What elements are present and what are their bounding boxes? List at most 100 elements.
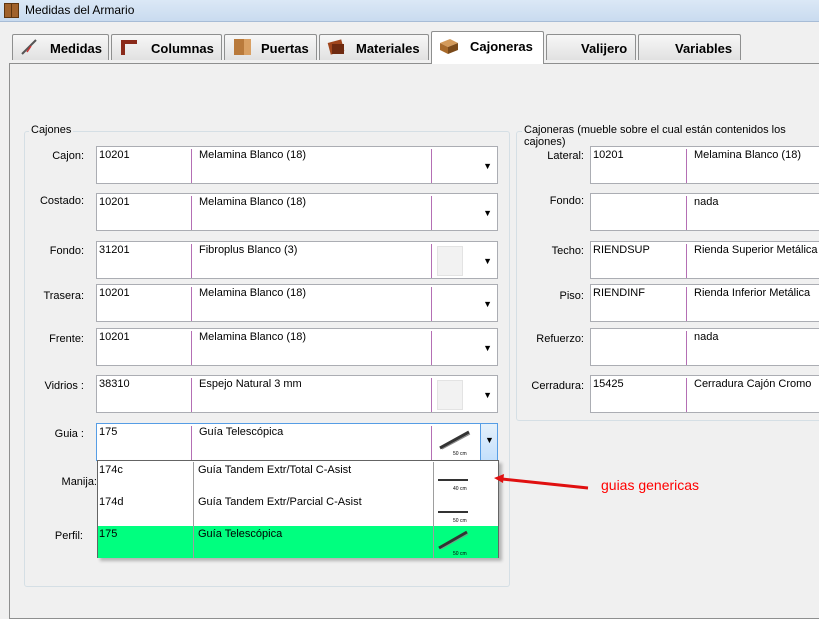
tab-label: Cajoneras (470, 39, 533, 54)
techo-label: Techo: (551, 245, 584, 257)
fondo-cajonera-combo[interactable]: nada (590, 193, 819, 231)
wardrobe-icon (4, 3, 19, 18)
combo-code: 38310 (99, 378, 130, 390)
column-divider (686, 196, 687, 230)
rail-icon (438, 511, 468, 513)
chevron-down-icon[interactable]: ▼ (483, 256, 492, 266)
vidrios-label: Vidrios : (44, 380, 84, 392)
tab-puertas[interactable]: Puertas (224, 34, 317, 60)
chevron-down-icon[interactable]: ▼ (483, 343, 492, 353)
column-divider (431, 287, 432, 321)
frente-combo[interactable]: 10201 Melamina Blanco (18) ▼ (96, 328, 498, 366)
column-divider (193, 462, 194, 494)
column-divider (191, 331, 192, 365)
fondo-label: Fondo: (49, 245, 84, 257)
combo-code: 31201 (99, 244, 130, 256)
cajon-combo[interactable]: 10201 Melamina Blanco (18) ▼ (96, 146, 498, 184)
combo-desc: nada (694, 331, 719, 343)
combo-code: 15425 (593, 378, 624, 390)
tab-label: Valijero (581, 41, 628, 56)
chevron-down-icon: ▼ (485, 435, 494, 445)
cajones-group-title: Cajones (29, 124, 74, 136)
tab-label: Materiales (356, 41, 420, 56)
item-desc: Guía Tandem Extr/Parcial C-Asist (198, 496, 362, 508)
column-divider (191, 149, 192, 183)
vidrios-combo[interactable]: 38310 Espejo Natural 3 mm ▼ (96, 375, 498, 413)
tab-medidas[interactable]: Medidas (12, 34, 109, 60)
tab-label: Columnas (151, 41, 214, 56)
column-divider (431, 196, 432, 230)
column-divider (686, 331, 687, 365)
item-caption: 50 cm (453, 551, 467, 557)
combo-desc: Fibroplus Blanco (3) (199, 244, 298, 256)
combo-desc: Melamina Blanco (18) (199, 196, 306, 208)
chevron-down-icon[interactable]: ▼ (483, 208, 492, 218)
combo-code: 10201 (593, 149, 624, 161)
column-divider (431, 149, 432, 183)
tab-columnas[interactable]: Columnas (111, 34, 222, 60)
title-bar: Medidas del Armario (0, 0, 819, 22)
piso-label: Piso: (559, 290, 584, 302)
combo-desc: Cerradura Cajón Cromo (694, 378, 812, 390)
telescopic-rail-icon (438, 530, 469, 550)
chevron-down-icon[interactable]: ▼ (483, 390, 492, 400)
guia-dropdown-list: 174c Guía Tandem Extr/Total C-Asist 40 c… (97, 460, 499, 558)
combo-code: 10201 (99, 331, 130, 343)
techo-combo[interactable]: RIENDSUP Rienda Superior Metálica (590, 241, 819, 279)
lateral-label: Lateral: (547, 150, 584, 162)
trasera-label: Trasera: (43, 290, 84, 302)
material-thumbnail (437, 380, 463, 410)
tab-materiales[interactable]: Materiales (319, 34, 429, 60)
column-divider (686, 378, 687, 412)
column-divider (433, 494, 434, 526)
column-divider (431, 244, 432, 278)
trasera-combo[interactable]: 10201 Melamina Blanco (18) ▼ (96, 284, 498, 322)
cerradura-combo[interactable]: 15425 Cerradura Cajón Cromo (590, 375, 819, 413)
tab-variables[interactable]: Variables (638, 34, 741, 60)
combo-code: 10201 (99, 196, 130, 208)
item-code: 174c (99, 464, 123, 476)
column-divider (431, 426, 432, 460)
tab-label: Puertas (261, 41, 309, 56)
column-divider (686, 149, 687, 183)
piso-combo[interactable]: RIENDINF Rienda Inferior Metálica (590, 284, 819, 322)
dropdown-item[interactable]: 174d Guía Tandem Extr/Parcial C-Asist 50… (98, 494, 498, 526)
dropdown-item-selected[interactable]: 175 Guía Telescópica 50 cm (98, 526, 498, 558)
tab-cajoneras[interactable]: Cajoneras (431, 31, 544, 64)
rail-icon (438, 479, 468, 481)
cerradura-label: Cerradura: (531, 380, 584, 392)
cajon-label: Cajon: (52, 150, 84, 162)
column-divider (686, 287, 687, 321)
costado-combo[interactable]: 10201 Melamina Blanco (18) ▼ (96, 193, 498, 231)
item-desc: Guía Tandem Extr/Total C-Asist (198, 464, 352, 476)
chevron-down-icon[interactable]: ▼ (483, 299, 492, 309)
chevron-down-icon[interactable]: ▼ (483, 161, 492, 171)
combo-desc: Melamina Blanco (18) (199, 287, 306, 299)
column-divider (193, 526, 194, 558)
column-divider (193, 494, 194, 526)
combo-code: 175 (99, 426, 118, 438)
combo-desc: nada (694, 196, 719, 208)
perfil-label: Perfil: (54, 530, 83, 542)
item-desc: Guía Telescópica (198, 528, 283, 540)
annotation-arrow-icon (494, 474, 589, 490)
fondo-combo[interactable]: 31201 Fibroplus Blanco (3) ▼ (96, 241, 498, 279)
column-divider (431, 331, 432, 365)
material-thumbnail (437, 246, 463, 276)
tab-valijero[interactable]: Valijero (546, 34, 636, 60)
combo-code: RIENDSUP (593, 244, 650, 256)
manija-label: Manija: (61, 476, 97, 488)
lateral-combo[interactable]: 10201 Melamina Blanco (18) (590, 146, 819, 184)
item-code: 175 (99, 528, 118, 540)
refuerzo-combo[interactable]: nada (590, 328, 819, 366)
drawer-icon (440, 39, 458, 54)
column-divider (433, 526, 434, 558)
guia-combo[interactable]: 175 Guía Telescópica 50 cm ▼ (96, 423, 498, 461)
dropdown-item[interactable]: 174c Guía Tandem Extr/Total C-Asist 40 c… (98, 462, 498, 494)
guia-label: Guia : (54, 428, 84, 440)
combo-desc: Melamina Blanco (18) (694, 149, 801, 161)
door-icon (234, 39, 251, 55)
combo-desc: Guía Telescópica (199, 426, 284, 438)
dropdown-button[interactable]: ▼ (480, 424, 497, 460)
column-divider (191, 196, 192, 230)
